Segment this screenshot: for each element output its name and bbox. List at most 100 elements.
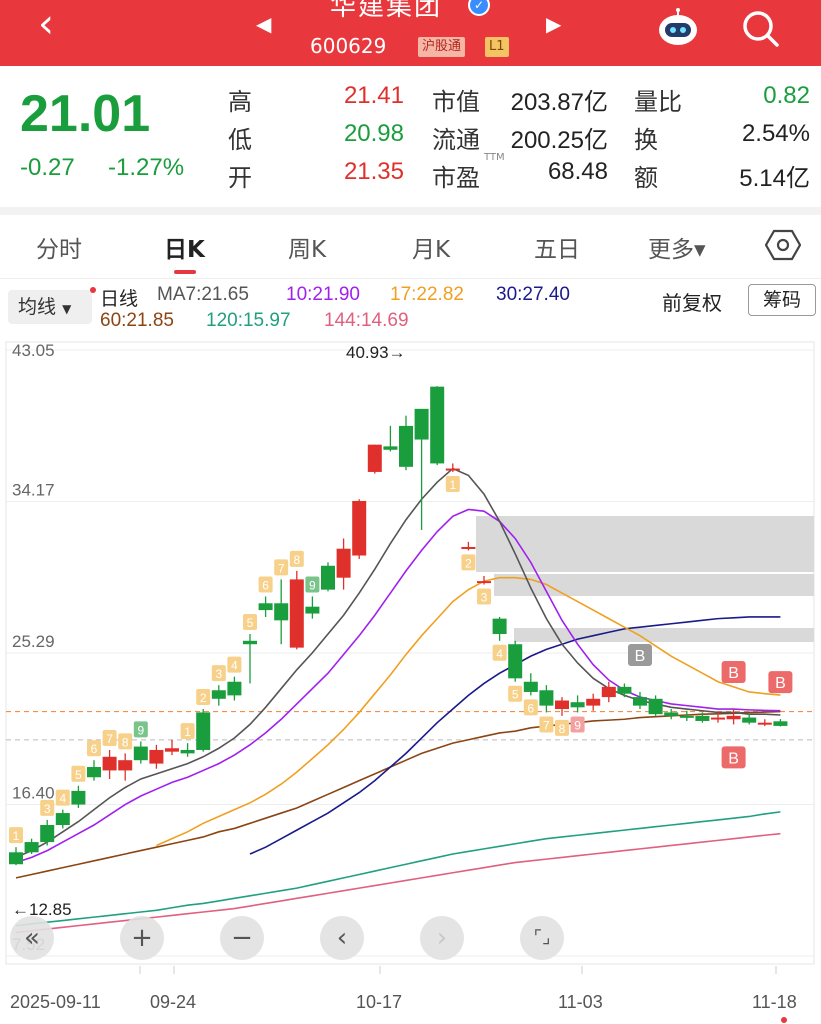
- triangle-left-icon[interactable]: ◀: [256, 12, 271, 36]
- td-marker-label: 1: [13, 829, 20, 843]
- max-price-label: 40.93→: [346, 343, 406, 362]
- resistance-zone: [494, 574, 814, 596]
- candle-up: [461, 546, 476, 549]
- ma-line-label: 日线: [100, 289, 139, 310]
- candle-up: [336, 548, 351, 578]
- td-marker-label: 5: [75, 768, 82, 782]
- amount-label: 额: [634, 164, 658, 192]
- x-tick-label: 2025-09-11: [10, 992, 101, 1012]
- candle-down: [383, 446, 398, 450]
- candle-down: [539, 690, 554, 706]
- price-change: -0.27: [20, 154, 75, 181]
- amount-value: 5.14亿: [739, 165, 810, 192]
- td-marker-label: 2: [200, 691, 207, 705]
- td-marker-label: 2: [465, 556, 472, 570]
- candle-down: [695, 715, 710, 721]
- candle-down: [399, 425, 413, 467]
- last-price: 21.01: [20, 85, 151, 143]
- buy-signal-label: B: [635, 648, 646, 665]
- kline-chart[interactable]: 43.0534.1725.2916.407.521345678912345678…: [0, 330, 821, 1024]
- candle-up: [445, 468, 460, 471]
- candle-up: [352, 500, 367, 556]
- verified-icon: ✓: [468, 0, 490, 16]
- robot-assistant-icon[interactable]: [656, 8, 700, 48]
- search-icon[interactable]: [738, 6, 782, 50]
- settings-hexagon-icon[interactable]: [765, 228, 801, 262]
- ma-selector[interactable]: 均线 ▼: [8, 290, 92, 324]
- fast-back-button[interactable]: «: [10, 916, 54, 960]
- today-dot: [781, 1017, 787, 1023]
- stock-name: 华建集团: [330, 0, 443, 22]
- ma120-line: [15, 811, 781, 927]
- scroll-left-button[interactable]: ‹: [320, 916, 364, 960]
- fullscreen-button[interactable]: ⌜⌟: [520, 916, 564, 960]
- tab-more[interactable]: 更多▾: [648, 230, 706, 264]
- high-label: 高: [228, 88, 252, 116]
- candle-up: [477, 581, 491, 584]
- candle-down: [258, 603, 273, 611]
- candle-down: [305, 606, 320, 614]
- td-marker-label: 6: [262, 578, 269, 592]
- candle-down: [55, 813, 70, 826]
- open-value: 21.35: [343, 158, 404, 185]
- ma10-value: 10:21.90: [286, 284, 360, 305]
- candle-down: [508, 644, 523, 679]
- adjust-forward-button[interactable]: 前复权: [662, 287, 722, 316]
- candle-down: [321, 565, 335, 590]
- candle-down: [523, 681, 538, 692]
- pe-ttm-sup: TTM: [484, 152, 505, 163]
- td-marker-label: 7: [106, 732, 113, 746]
- vr-value: 0.82: [763, 82, 810, 109]
- y-tick-label: 25.29: [12, 632, 55, 651]
- candle-up: [601, 686, 616, 698]
- triangle-right-icon[interactable]: ▶: [546, 12, 561, 36]
- candle-down: [196, 712, 211, 750]
- hgt-badge: 沪股通: [418, 37, 466, 57]
- candle-down: [414, 408, 429, 440]
- ma60-value: 60:21.85: [100, 310, 174, 331]
- tab-five-day[interactable]: 五日: [534, 230, 580, 264]
- ma30-value: 30:27.40: [496, 284, 570, 305]
- x-tick-label: 09-24: [150, 992, 196, 1012]
- candle-up: [726, 715, 741, 720]
- resistance-zone: [476, 516, 814, 572]
- candle-down: [664, 712, 679, 716]
- td-marker-label: 1: [449, 478, 456, 492]
- scroll-right-button[interactable]: ›: [420, 916, 464, 960]
- candle-up: [367, 444, 382, 472]
- td-marker-label: 3: [44, 802, 51, 816]
- low-label: 低: [228, 126, 252, 154]
- td-marker-label: 4: [496, 647, 503, 661]
- pe-value: 68.48: [547, 158, 608, 185]
- low-value: 20.98: [343, 120, 404, 147]
- buy-signal-label: B: [728, 665, 739, 682]
- candle-down: [633, 697, 647, 706]
- td-marker-label: 3: [215, 667, 222, 681]
- turnover-value: 2.54%: [741, 120, 810, 147]
- td-marker-label: 8: [122, 735, 129, 749]
- y-tick-label: 34.17: [12, 481, 55, 500]
- vr-label: 量比: [634, 88, 682, 116]
- candle-up: [711, 717, 725, 720]
- x-tick-label: 11-18: [752, 992, 797, 1012]
- candle-down: [133, 746, 148, 761]
- tab-daily-k[interactable]: 日K: [164, 230, 205, 264]
- td-marker-label: 6: [527, 701, 534, 715]
- tab-monthly-k[interactable]: 月K: [412, 230, 450, 264]
- zoom-in-button[interactable]: +: [120, 916, 164, 960]
- td-marker-label: 9: [574, 718, 581, 732]
- buy-signal-label: B: [775, 675, 786, 692]
- zoom-out-button[interactable]: −: [220, 916, 264, 960]
- td-marker-label: 1: [184, 725, 191, 739]
- tabs-divider: [0, 278, 821, 279]
- chip-distribution-button[interactable]: 筹码: [748, 284, 816, 316]
- candle-down: [211, 690, 226, 699]
- active-tab-indicator: [174, 270, 196, 274]
- tab-fenshi[interactable]: 分时: [36, 230, 82, 264]
- high-value: 21.41: [343, 82, 404, 109]
- tab-weekly-k[interactable]: 周K: [288, 230, 326, 264]
- candle-down: [24, 842, 39, 853]
- td-marker-label: 4: [59, 792, 66, 806]
- mktcap-label: 市值: [432, 88, 480, 116]
- chevron-left-icon[interactable]: ‹: [38, 4, 74, 48]
